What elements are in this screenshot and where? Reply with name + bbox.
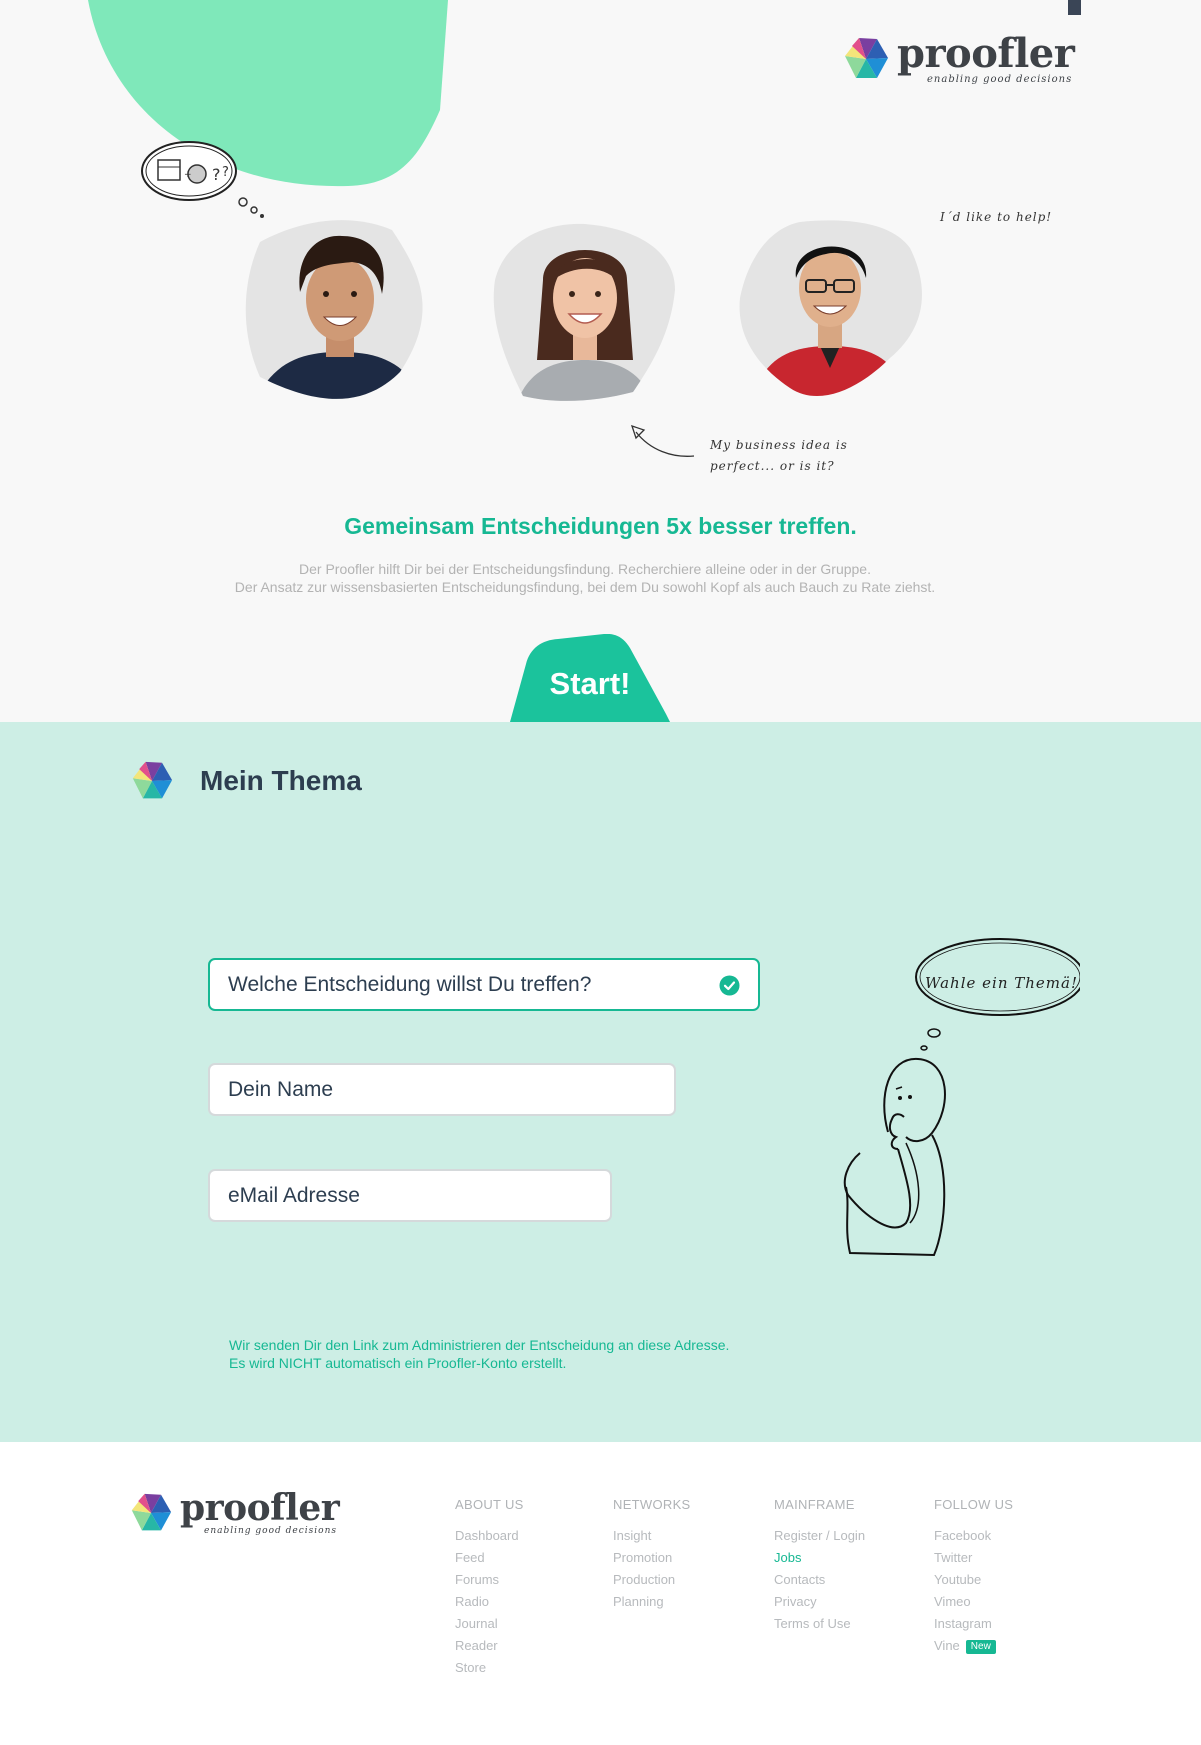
name-input[interactable]: Dein Name: [208, 1063, 676, 1116]
note-help: I´d like to help!: [940, 210, 1053, 224]
hero-title: Gemeinsam Entscheidungen 5x besser treff…: [344, 513, 857, 539]
proofler-logo-icon: [132, 761, 173, 799]
footer-column-networks: NETWORKS Insight Promotion Production Pl…: [613, 1497, 691, 1613]
footer-logo[interactable]: proofler enabling good decisions: [130, 1487, 340, 1536]
footer-link-youtube[interactable]: Youtube: [934, 1569, 1013, 1591]
note-business-idea: My business idea is perfect... or is it?: [710, 435, 848, 477]
footer-link-radio[interactable]: Radio: [455, 1591, 524, 1613]
email-info-note: Wir senden Dir den Link zum Administrier…: [229, 1336, 729, 1372]
check-circle-icon: [719, 975, 740, 996]
footer: proofler enabling good decisions ABOUT U…: [0, 1442, 1201, 1745]
start-button-label: Start!: [549, 666, 631, 701]
brand-name: proofler: [897, 30, 1075, 77]
hero-description-line1: Der Proofler hilft Dir bei der Entscheid…: [299, 561, 871, 577]
new-badge: New: [965, 1640, 996, 1654]
footer-link-jobs[interactable]: Jobs: [774, 1547, 865, 1569]
email-info-line2: Es wird NICHT automatisch ein Proofler-K…: [229, 1355, 567, 1371]
footer-link-terms[interactable]: Terms of Use: [774, 1613, 865, 1635]
hero-section: proofler enabling good decisions + ? ? I…: [0, 0, 1201, 722]
email-info-line1: Wir senden Dir den Link zum Administrier…: [229, 1337, 730, 1353]
email-input-placeholder: eMail Adresse: [228, 1183, 360, 1207]
hero-description: Der Proofler hilft Dir bei der Entscheid…: [0, 560, 1170, 596]
footer-link-vimeo[interactable]: Vimeo: [934, 1591, 1013, 1613]
name-input-placeholder: Dein Name: [228, 1077, 334, 1101]
note-idea-line1: My business idea is: [710, 438, 848, 452]
proofler-logo[interactable]: proofler enabling good decisions: [843, 30, 1075, 85]
hero-description-line2: Der Ansatz zur wissensbasierten Entschei…: [234, 579, 936, 595]
arrow-sketch-icon: [630, 424, 695, 457]
footer-link-contacts[interactable]: Contacts: [774, 1569, 865, 1591]
footer-heading-mainframe: MAINFRAME: [774, 1497, 855, 1512]
footer-link-reader[interactable]: Reader: [455, 1635, 524, 1657]
footer-link-register-login[interactable]: Register / Login: [774, 1525, 865, 1547]
footer-brand-name: proofler: [180, 1487, 340, 1529]
start-button[interactable]: Start!: [510, 634, 670, 722]
decision-input-text: Welche Entscheidung willst Du treffen?: [228, 972, 592, 996]
email-input[interactable]: eMail Adresse: [208, 1169, 612, 1222]
svg-text:?: ?: [222, 165, 229, 180]
footer-heading-networks: NETWORKS: [613, 1497, 691, 1512]
thought-bubble-icon: + ? ?: [141, 141, 264, 218]
thought-bubble-text: Wahle ein Themä!: [925, 974, 1078, 992]
footer-link-dashboard[interactable]: Dashboard: [455, 1525, 524, 1547]
svg-text:?: ?: [212, 165, 221, 184]
proofler-logo-icon: [131, 1493, 172, 1531]
brand-tagline: enabling good decisions: [927, 74, 1073, 85]
footer-link-journal[interactable]: Journal: [455, 1613, 524, 1635]
footer-link-vine-label: Vine: [934, 1638, 960, 1653]
section-title: Mein Thema: [200, 765, 362, 796]
footer-link-store[interactable]: Store: [455, 1657, 524, 1679]
footer-heading-follow: FOLLOW US: [934, 1497, 1014, 1512]
corner-tab: [1068, 0, 1081, 15]
footer-link-forums[interactable]: Forums: [455, 1569, 524, 1591]
footer-link-promotion[interactable]: Promotion: [613, 1547, 691, 1569]
footer-link-facebook[interactable]: Facebook: [934, 1525, 1013, 1547]
avatar-woman-smiling: [493, 223, 675, 401]
footer-column-mainframe: MAINFRAME Register / Login Jobs Contacts…: [774, 1497, 865, 1635]
footer-link-privacy[interactable]: Privacy: [774, 1591, 865, 1613]
section-header: Mein Thema: [130, 760, 362, 802]
footer-heading-about: ABOUT US: [455, 1497, 524, 1512]
avatar-man-curly-hair: [245, 220, 423, 399]
avatar-man-glasses: [739, 220, 922, 397]
svg-text:+: +: [184, 170, 192, 180]
footer-link-instagram[interactable]: Instagram: [934, 1613, 1013, 1635]
footer-link-vine[interactable]: Vine New: [934, 1635, 1013, 1657]
footer-link-insight[interactable]: Insight: [613, 1525, 691, 1547]
footer-link-feed[interactable]: Feed: [455, 1547, 524, 1569]
footer-column-follow: FOLLOW US Facebook Twitter Youtube Vimeo…: [934, 1497, 1013, 1657]
topic-form-section: Mein Thema Welche Entscheidung willst Du…: [0, 722, 1201, 1442]
decision-input[interactable]: Welche Entscheidung willst Du treffen?: [208, 958, 760, 1011]
footer-link-production[interactable]: Production: [613, 1569, 691, 1591]
footer-column-about: ABOUT US Dashboard Feed Forums Radio Jou…: [455, 1497, 524, 1679]
footer-brand-tagline: enabling good decisions: [204, 1526, 337, 1536]
footer-link-planning[interactable]: Planning: [613, 1591, 691, 1613]
note-idea-line2: perfect... or is it?: [710, 459, 835, 473]
proofler-logo-icon: [845, 38, 888, 78]
footer-link-twitter[interactable]: Twitter: [934, 1547, 1013, 1569]
